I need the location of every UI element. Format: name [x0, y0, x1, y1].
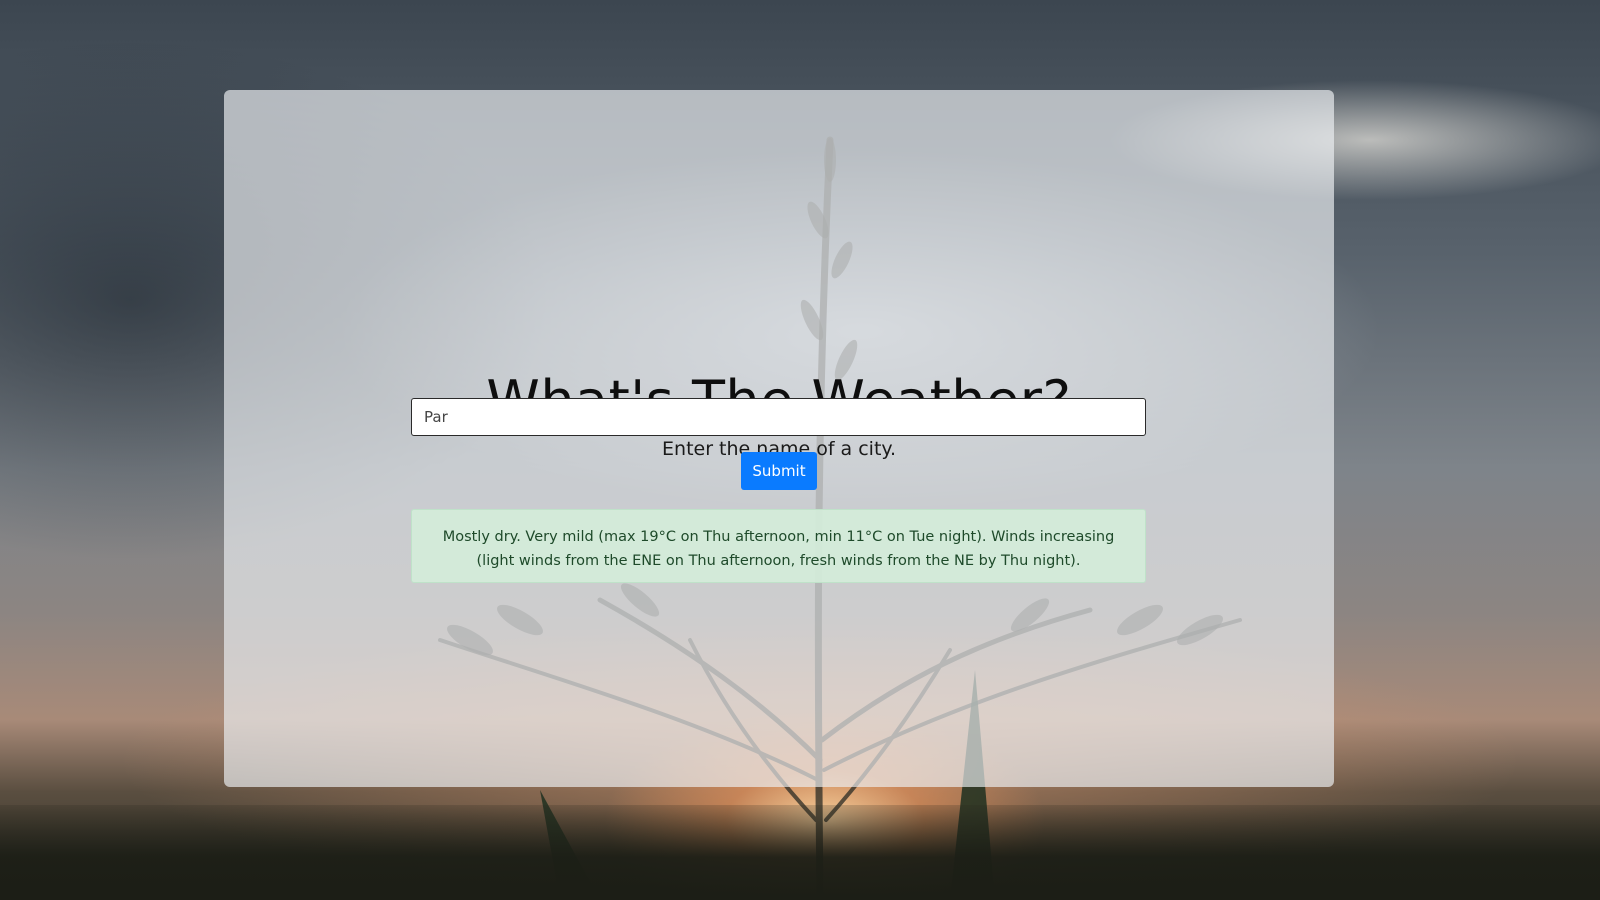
forecast-result-alert: Mostly dry. Very mild (max 19°C on Thu a… [411, 509, 1146, 583]
city-search-input[interactable] [411, 398, 1146, 436]
weather-panel: What's The Weather? Enter the name of a … [224, 90, 1334, 787]
ground-silhouette [0, 805, 1600, 900]
submit-button[interactable]: Submit [741, 452, 817, 490]
